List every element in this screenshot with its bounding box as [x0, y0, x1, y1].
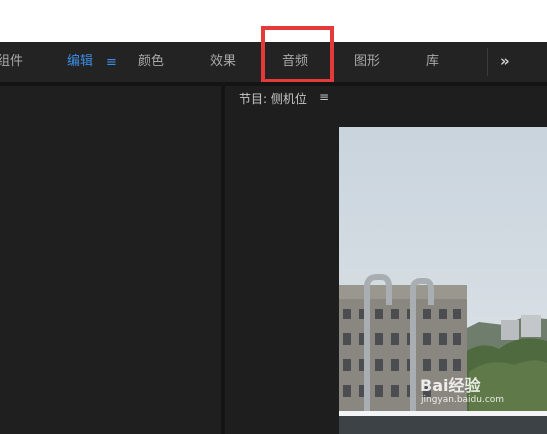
program-monitor-title[interactable]: 节目: 侧机位 — [239, 90, 307, 107]
tab-graphics[interactable]: 图形 — [354, 42, 380, 82]
panel-menu-icon[interactable]: ≡ — [319, 90, 329, 104]
tab-effects[interactable]: 效果 — [210, 42, 236, 82]
workspace-menu-icon[interactable]: ≡ — [106, 42, 117, 82]
tab-editing[interactable]: 编辑 — [67, 42, 93, 82]
tab-bar-separator — [487, 48, 488, 76]
tab-libraries[interactable]: 库 — [426, 42, 439, 82]
highlight-box-audio-tab — [261, 26, 334, 83]
tab-color[interactable]: 颜色 — [138, 42, 164, 82]
tab-assembly[interactable]: 组件 — [0, 42, 23, 82]
watermark-url: jingyan.baidu.com — [421, 395, 505, 405]
more-workspaces-icon[interactable]: » — [500, 42, 510, 82]
source-panel[interactable] — [0, 86, 221, 434]
baidu-jingyan-watermark: Bai经验 — [420, 376, 481, 395]
